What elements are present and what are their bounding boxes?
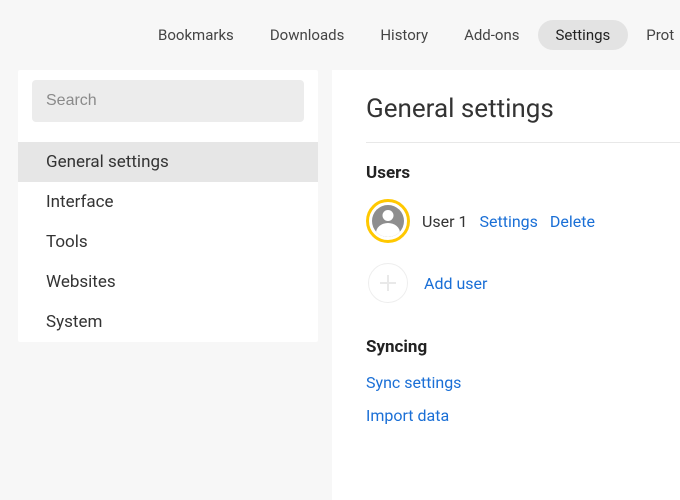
user-row: User 1 Settings Delete: [366, 199, 680, 243]
person-icon: [372, 205, 404, 237]
main-panel: General settings Users User 1 Settings D…: [332, 70, 680, 500]
import-data-link[interactable]: Import data: [366, 406, 680, 425]
nav-bookmarks[interactable]: Bookmarks: [140, 20, 252, 50]
syncing-heading: Syncing: [366, 337, 680, 357]
sync-links: Sync settings Import data: [366, 373, 680, 425]
add-user-button[interactable]: [368, 263, 408, 303]
user-name: User 1: [422, 212, 468, 231]
sidebar-item-websites[interactable]: Websites: [18, 262, 318, 302]
add-user-row: Add user: [366, 263, 680, 303]
sidebar: General settings Interface Tools Website…: [18, 70, 318, 342]
nav-addons[interactable]: Add-ons: [446, 20, 537, 50]
user-delete-link[interactable]: Delete: [550, 212, 595, 231]
plus-icon: [380, 275, 396, 291]
sidebar-item-tools[interactable]: Tools: [18, 222, 318, 262]
search-input[interactable]: [32, 80, 304, 122]
user-settings-link[interactable]: Settings: [480, 212, 538, 231]
nav-protection[interactable]: Prot: [628, 20, 674, 50]
nav-settings[interactable]: Settings: [538, 20, 629, 50]
sidebar-item-interface[interactable]: Interface: [18, 182, 318, 222]
sync-settings-link[interactable]: Sync settings: [366, 373, 680, 392]
sidebar-item-general[interactable]: General settings: [18, 142, 318, 182]
users-heading: Users: [366, 163, 680, 183]
sidebar-list: General settings Interface Tools Website…: [18, 132, 318, 342]
top-nav: Bookmarks Downloads History Add-ons Sett…: [0, 0, 680, 70]
add-user-link[interactable]: Add user: [424, 274, 487, 293]
avatar[interactable]: [366, 199, 410, 243]
page-title: General settings: [366, 94, 680, 143]
search-wrap: [18, 80, 318, 132]
content-area: General settings Interface Tools Website…: [0, 70, 680, 500]
nav-downloads[interactable]: Downloads: [252, 20, 363, 50]
sidebar-item-system[interactable]: System: [18, 302, 318, 342]
nav-history[interactable]: History: [362, 20, 446, 50]
